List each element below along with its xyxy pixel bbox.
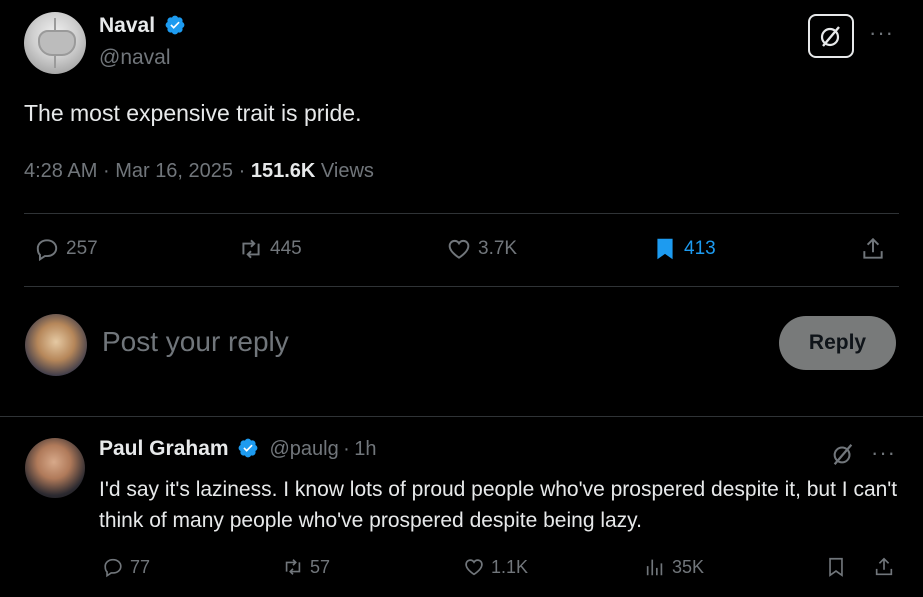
views-label: Views [320, 160, 374, 182]
bookmark-icon [829, 557, 843, 577]
reply-grok-button[interactable] [830, 441, 856, 472]
more-options-icon[interactable]: ··· [869, 20, 894, 46]
verified-badge-icon [165, 15, 184, 35]
reply-input[interactable]: Post your reply [102, 326, 289, 358]
reply-icon [36, 239, 58, 262]
share-icon [863, 237, 883, 259]
tweet-time[interactable]: 4:28 AM [24, 160, 97, 182]
reply-share-action[interactable] [873, 556, 895, 578]
reply-reply-action[interactable]: 77 [102, 556, 150, 578]
reply-text: I'd say it's laziness. I know lots of pr… [99, 478, 898, 532]
reply-like-count: 1.1K [491, 556, 529, 577]
reply-action[interactable]: 257 [34, 236, 98, 262]
repost-action[interactable]: 445 [238, 236, 302, 262]
reply-icon [104, 558, 122, 578]
repost-icon [242, 239, 260, 259]
reply-time-separator: · [343, 438, 350, 460]
reply-button[interactable]: Reply [779, 316, 896, 370]
reply-count: 257 [66, 238, 98, 259]
reply-like-action[interactable]: 1.1K [463, 556, 528, 578]
reply-views-action[interactable]: 35K [644, 556, 704, 578]
grok-button[interactable] [808, 14, 854, 58]
like-count: 3.7K [478, 238, 518, 259]
divider [24, 286, 899, 287]
reply-author-avatar[interactable] [25, 438, 85, 498]
reply-repost-action[interactable]: 57 [282, 556, 330, 578]
reply-bookmark-action[interactable] [825, 556, 847, 578]
reply-repost-count: 57 [310, 556, 331, 577]
author-handle[interactable]: @naval [99, 46, 171, 70]
bookmark-count: 413 [684, 238, 716, 259]
grok-icon [833, 443, 853, 465]
repost-icon [285, 559, 301, 575]
verified-badge-icon [238, 438, 258, 458]
share-action[interactable] [860, 236, 886, 262]
divider [24, 213, 899, 214]
current-user-avatar[interactable] [25, 314, 87, 376]
reply-more-options-icon[interactable]: ··· [871, 440, 896, 466]
author-name-row[interactable]: Naval [99, 14, 186, 38]
tweet-text: The most expensive trait is pride. [24, 100, 362, 126]
tweet-meta: 4:28 AM · Mar 16, 2025 · 151.6K Views [24, 160, 374, 183]
author-name[interactable]: Naval [99, 14, 155, 37]
tweet-date[interactable]: Mar 16, 2025 [115, 160, 233, 182]
views-count: 151.6K [250, 160, 316, 182]
reply-views-count: 35K [672, 556, 705, 577]
reply-reply-count: 77 [130, 556, 151, 577]
bookmark-action[interactable]: 413 [652, 236, 716, 262]
bookmark-filled-icon [657, 238, 673, 260]
reply-author-handle[interactable]: @paulg [269, 438, 338, 460]
heart-icon [465, 559, 483, 576]
views-chart-icon [646, 559, 663, 576]
repost-count: 445 [270, 238, 302, 259]
divider [0, 416, 923, 417]
heart-icon [448, 239, 470, 259]
share-icon [875, 557, 893, 576]
meta-separator: · [238, 160, 246, 182]
reply-author-name[interactable]: Paul Graham [99, 437, 229, 460]
reply-author-row: Paul Graham @paulg · 1h [99, 437, 377, 461]
meta-separator: · [102, 160, 110, 182]
like-action[interactable]: 3.7K [446, 236, 517, 262]
reply-time[interactable]: 1h [354, 438, 376, 460]
author-avatar[interactable] [24, 12, 86, 74]
grok-icon [820, 26, 840, 47]
